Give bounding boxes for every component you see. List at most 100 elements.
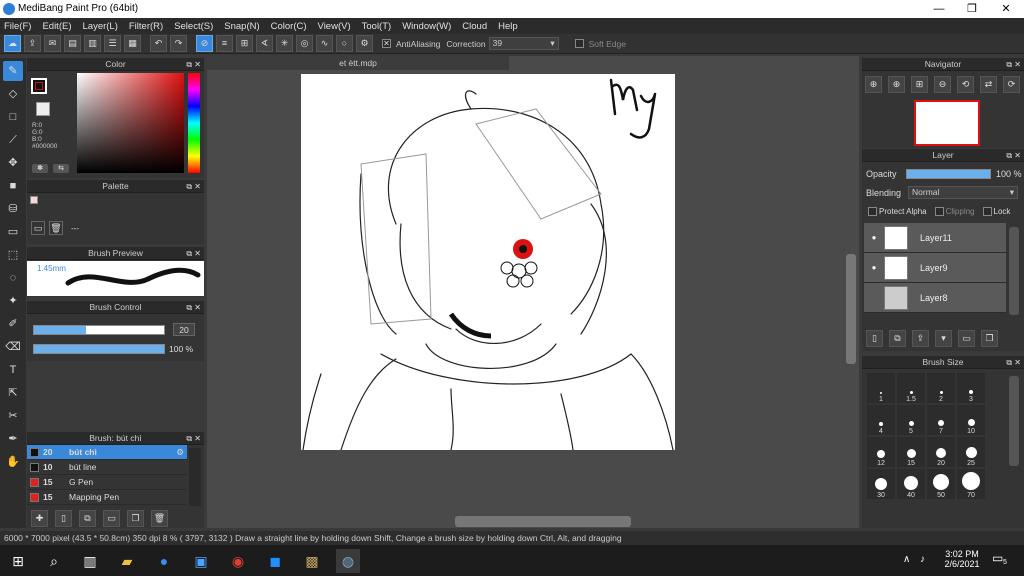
copy-layer-icon[interactable]: ⧉	[889, 330, 906, 347]
menu-help[interactable]: Help	[498, 21, 518, 32]
gradation-tool-icon[interactable]: ▭	[3, 222, 23, 242]
lock-checkbox[interactable]	[982, 207, 992, 216]
add-layer-dropdown-icon[interactable]: ▾	[935, 330, 952, 347]
brush-size-option[interactable]: 1.5	[897, 373, 925, 403]
brush-size-option[interactable]: 1	[867, 373, 895, 403]
folder-icon[interactable]: ▭	[958, 330, 975, 347]
curve-snap-icon[interactable]: ∿	[316, 35, 333, 52]
brush-list-scrollbar[interactable]	[189, 448, 201, 506]
brush-size-option[interactable]: 12	[867, 437, 895, 467]
zoom-plus-icon[interactable]: ⊕	[888, 76, 905, 93]
correction-select[interactable]: 39 ▾	[488, 37, 559, 50]
menu-layer[interactable]: Layer(L)	[83, 21, 118, 32]
brush-size-scrollbar[interactable]	[1009, 376, 1019, 466]
import-layer-icon[interactable]: ⇪	[912, 330, 929, 347]
text-tool-icon[interactable]: T	[3, 360, 23, 380]
message-icon[interactable]: ▤	[64, 35, 81, 52]
radial-snap-icon[interactable]: ✳	[276, 35, 293, 52]
brush-size-option[interactable]: 40	[897, 469, 925, 499]
brush-size-option[interactable]: 10	[957, 405, 985, 435]
brush-size-option[interactable]: 30	[867, 469, 895, 499]
layer-row[interactable]: ● Layer9	[864, 253, 1006, 283]
game-app-icon[interactable]: ▩	[300, 549, 324, 573]
fill-rect-tool-icon[interactable]: ■	[3, 176, 23, 196]
panel-close-icon[interactable]: ⧉ ✕	[186, 432, 201, 445]
menu-file[interactable]: File(F)	[4, 21, 31, 32]
trash-icon[interactable]: 🗑	[49, 221, 63, 235]
medibang-app-icon[interactable]: ◍	[336, 549, 360, 573]
select-tool-icon[interactable]: ⬚	[3, 245, 23, 265]
new-layer-icon[interactable]: ▯	[866, 330, 883, 347]
menu-snap[interactable]: Snap(N)	[224, 21, 259, 32]
foreground-color-swatch[interactable]	[31, 78, 47, 94]
copy-brush-icon[interactable]: ⧉	[79, 510, 96, 527]
zoom-in-icon[interactable]: ⊕	[865, 76, 882, 93]
vanishing-point-icon[interactable]: ∢	[256, 35, 273, 52]
palette-swatch[interactable]	[30, 196, 38, 204]
redo-icon[interactable]: ↷	[170, 35, 187, 52]
blending-select[interactable]: Normal ▾	[908, 186, 1018, 199]
chrome-icon[interactable]: ◉	[226, 549, 250, 573]
brush-item[interactable]: 20 bút chì ⚙	[27, 445, 187, 460]
hue-slider[interactable]	[188, 73, 200, 173]
add-brush-icon[interactable]: ✚	[31, 510, 48, 527]
operation-tool-icon[interactable]: ⇱	[3, 383, 23, 403]
rotate-right-icon[interactable]: ⟳	[1003, 76, 1020, 93]
new-page-icon[interactable]: ▯	[55, 510, 72, 527]
menu-view[interactable]: View(V)	[318, 21, 351, 32]
brush-size-option[interactable]: 70	[957, 469, 985, 499]
move-tool-icon[interactable]: ✥	[3, 153, 23, 173]
swap-color-icon[interactable]: ⇆	[53, 164, 69, 173]
cross-snap-icon[interactable]: ⊞	[236, 35, 253, 52]
menu-color[interactable]: Color(C)	[271, 21, 307, 32]
panel-close-icon[interactable]: ⧉ ✕	[186, 180, 201, 193]
circle-snap-icon[interactable]: ○	[336, 35, 353, 52]
brush-size-option[interactable]: 50	[927, 469, 955, 499]
brush-size-option[interactable]: 20	[927, 437, 955, 467]
brush-size-option[interactable]: 4	[867, 405, 895, 435]
rotate-left-icon[interactable]: ⟲	[957, 76, 974, 93]
list-icon[interactable]: ☰	[104, 35, 121, 52]
layer-row[interactable]: ● Layer11	[864, 223, 1006, 253]
divide-tool-icon[interactable]: ✂	[3, 406, 23, 426]
grid-icon[interactable]: ▦	[124, 35, 141, 52]
search-icon[interactable]: ⌕	[42, 549, 66, 573]
brush-size-option[interactable]: 5	[897, 405, 925, 435]
flip-icon[interactable]: ⇄	[980, 76, 997, 93]
soft-edge-checkbox[interactable]	[574, 39, 584, 48]
panel-close-icon[interactable]: ⧉ ✕	[1006, 58, 1021, 71]
zalo-icon[interactable]: ◼	[263, 549, 287, 573]
maximize-button[interactable]: ❐	[955, 0, 989, 18]
menu-select[interactable]: Select(S)	[174, 21, 213, 32]
panel-close-icon[interactable]: ⧉ ✕	[186, 58, 201, 71]
brush-size-slider[interactable]	[33, 325, 165, 335]
windows-start-icon[interactable]: ⊞	[6, 549, 30, 573]
panel-close-icon[interactable]: ⧉ ✕	[186, 301, 201, 314]
trash-icon[interactable]: 🗑	[151, 510, 168, 527]
background-color-swatch[interactable]	[36, 102, 50, 116]
share-icon[interactable]: ⇪	[24, 35, 41, 52]
line-tool-icon[interactable]: ⟋	[3, 130, 23, 150]
snap-off-icon[interactable]: ⊘	[196, 35, 213, 52]
magic-wand-tool-icon[interactable]: ✦	[3, 291, 23, 311]
folder-icon[interactable]: ▭	[103, 510, 120, 527]
menu-edit[interactable]: Edit(E)	[42, 21, 71, 32]
parallel-snap-icon[interactable]: ≡	[216, 35, 233, 52]
palette-item[interactable]: ---	[71, 224, 79, 233]
fit-icon[interactable]: ⊞	[911, 76, 928, 93]
zoom-app-icon[interactable]: ●	[152, 549, 176, 573]
brush-size-option[interactable]: 3	[957, 373, 985, 403]
minimize-button[interactable]: —	[922, 0, 956, 18]
gear-icon[interactable]: ⚙	[176, 447, 184, 458]
brush-tool-icon[interactable]: ✎	[3, 61, 23, 81]
select-pen-tool-icon[interactable]: ✐	[3, 314, 23, 334]
saturation-value-picker[interactable]	[77, 73, 184, 173]
brush-size-option[interactable]: 15	[897, 437, 925, 467]
file-explorer-icon[interactable]: ▰	[115, 549, 139, 573]
visibility-icon[interactable]: ●	[864, 233, 884, 242]
cloud-icon[interactable]: ☁	[4, 35, 21, 52]
task-view-icon[interactable]: ▥	[78, 549, 102, 573]
clock[interactable]: 3:02 PM 2/6/2021	[942, 549, 982, 569]
brush-item[interactable]: 15 G Pen	[27, 475, 187, 490]
hand-tool-icon[interactable]: ✋	[3, 452, 23, 472]
